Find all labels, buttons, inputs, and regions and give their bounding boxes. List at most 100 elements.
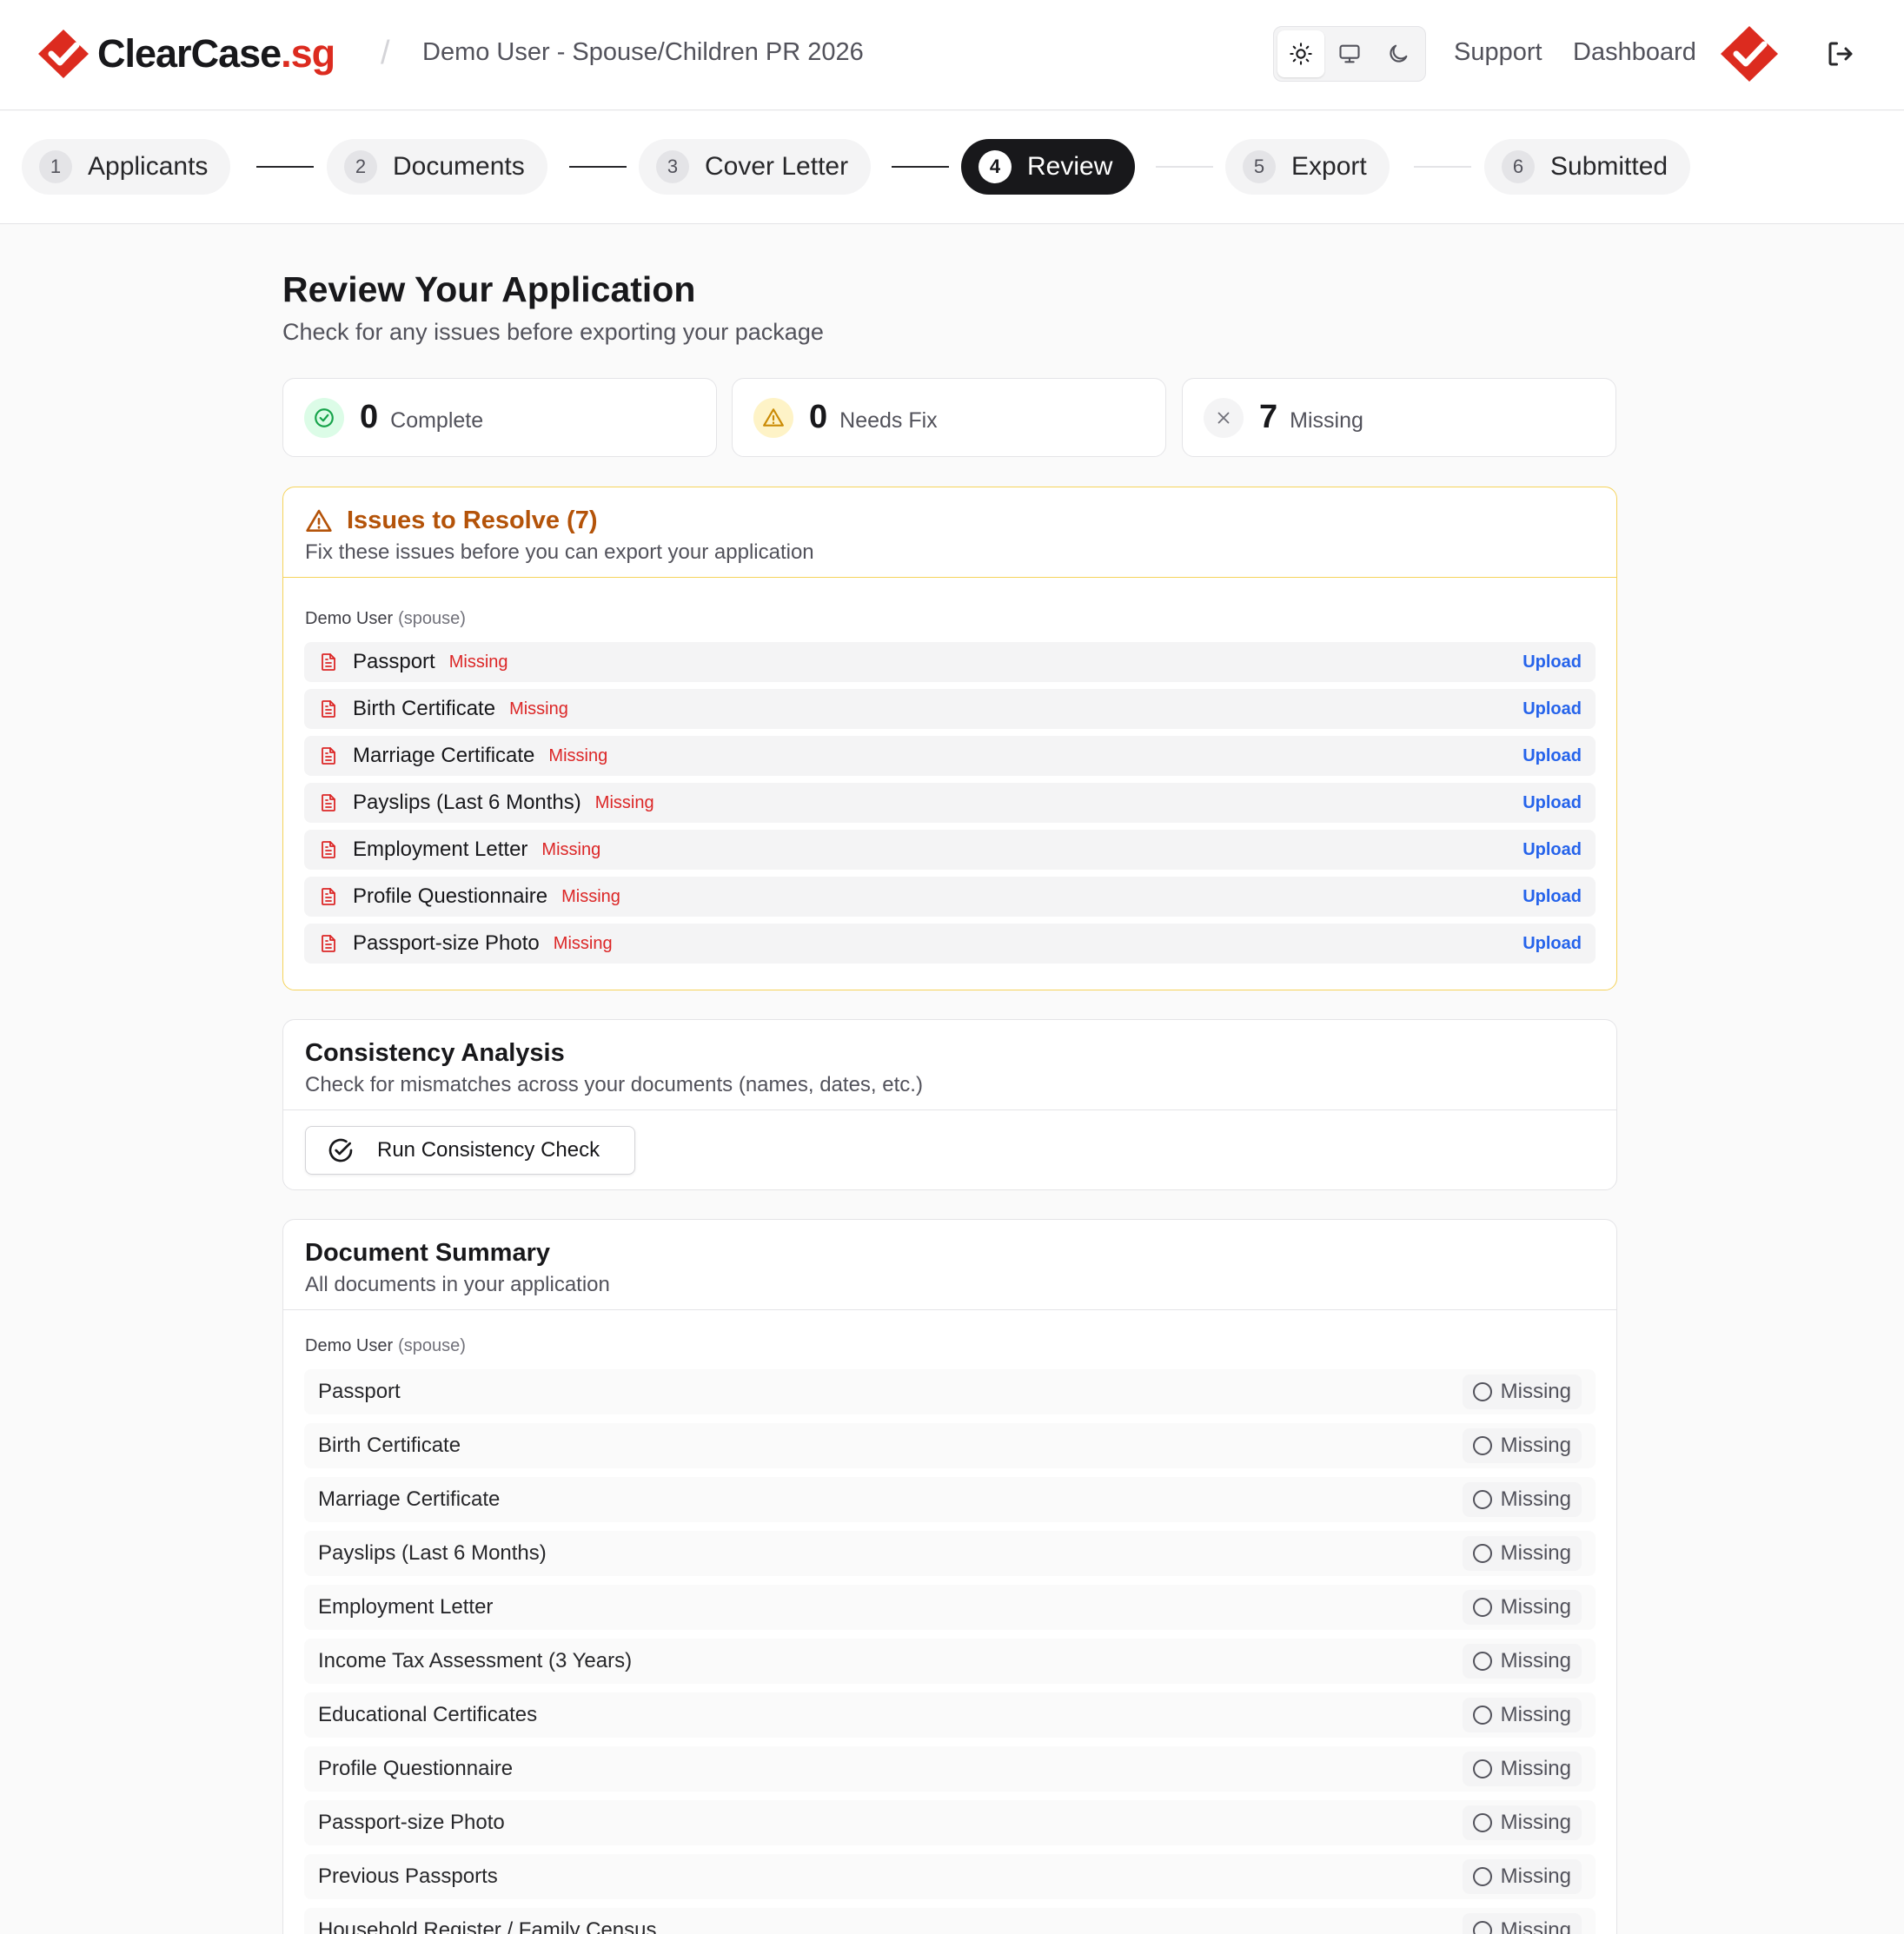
issue-document-name: Profile Questionnaire — [353, 884, 548, 908]
step-label: Export — [1291, 152, 1367, 181]
summary-document-name: Profile Questionnaire — [318, 1757, 514, 1780]
system-theme-button[interactable] — [1326, 30, 1373, 77]
step-review[interactable]: 4 Review — [961, 139, 1136, 195]
missing-status-badge: Missing — [541, 839, 601, 859]
brand-tld: .sg — [281, 31, 335, 76]
document-status-badge: Missing — [1462, 1482, 1582, 1517]
step-submitted[interactable]: 6 Submitted — [1484, 139, 1691, 195]
consistency-description: Check for mismatches across your documen… — [305, 1073, 923, 1096]
issues-title-row: Issues to Resolve (7) — [305, 507, 1595, 535]
missing-status-badge: Missing — [548, 745, 608, 765]
document-status-badge: Missing — [1462, 1644, 1582, 1679]
empty-circle-icon — [1472, 1867, 1492, 1886]
document-status-text: Missing — [1500, 1541, 1571, 1565]
empty-circle-icon — [1472, 1544, 1492, 1563]
document-summary-list: Passport Missing Birth Certificate Missing M… — [304, 1369, 1596, 1934]
applicant-name: Demo User — [305, 1336, 394, 1355]
step-connector — [892, 166, 949, 168]
document-status-text: Missing — [1500, 1864, 1571, 1888]
empty-circle-icon — [1472, 1705, 1492, 1725]
summary-document-name: Payslips (Last 6 Months) — [318, 1541, 547, 1565]
user-avatar-icon[interactable] — [1719, 24, 1780, 83]
run-consistency-check-button[interactable]: Run Consistency Check — [305, 1126, 635, 1175]
breadcrumb-application-name[interactable]: Demo User - Spouse/Children PR 2026 — [422, 38, 864, 67]
alert-triangle-icon — [306, 509, 332, 532]
light-theme-button[interactable] — [1277, 30, 1324, 77]
document-icon — [322, 794, 335, 811]
empty-circle-icon — [1472, 1382, 1492, 1401]
empty-circle-icon — [1472, 1598, 1492, 1617]
document-summary-row: Passport-size Photo Missing — [304, 1800, 1596, 1845]
step-applicants[interactable]: 1 Applicants — [22, 139, 231, 195]
complete-label: Complete — [390, 408, 484, 433]
upload-link[interactable]: Upload — [1523, 746, 1582, 766]
logo-check-icon — [38, 30, 89, 78]
missing-status-badge: Missing — [553, 933, 613, 953]
summary-document-name: Passport-size Photo — [318, 1811, 505, 1834]
document-status-badge: Missing — [1462, 1752, 1582, 1786]
empty-circle-icon — [1472, 1759, 1492, 1778]
missing-count: 7 — [1259, 399, 1278, 435]
document-summary-row: Income Tax Assessment (3 Years) Missing — [304, 1639, 1596, 1684]
document-status-text: Missing — [1500, 1595, 1571, 1619]
document-icon — [322, 700, 335, 718]
upload-link[interactable]: Upload — [1523, 840, 1582, 860]
upload-link[interactable]: Upload — [1523, 652, 1582, 672]
empty-circle-icon — [1472, 1813, 1492, 1832]
applicant-role: (spouse) — [398, 609, 466, 628]
consistency-title: Consistency Analysis — [305, 1039, 565, 1067]
document-summary-row: Marriage Certificate Missing — [304, 1477, 1596, 1522]
dashboard-link[interactable]: Dashboard — [1573, 38, 1696, 67]
top-navigation-bar: ClearCase.sg / Demo User - Spouse/Childr… — [0, 0, 1904, 110]
step-connector — [256, 166, 314, 168]
page-title: Review Your Application — [282, 269, 696, 309]
document-status-text: Missing — [1500, 1757, 1571, 1780]
page-subtitle: Check for any issues before exporting yo… — [282, 319, 824, 345]
missing-status-badge: Missing — [561, 886, 620, 906]
document-status-badge: Missing — [1462, 1590, 1582, 1625]
document-status-badge: Missing — [1462, 1428, 1582, 1463]
issue-row: Marriage Certificate Missing Upload — [304, 736, 1596, 776]
empty-circle-icon — [1472, 1921, 1492, 1934]
document-summary-row: Employment Letter Missing — [304, 1585, 1596, 1630]
step-documents[interactable]: 2 Documents — [327, 139, 547, 195]
clearcase-logo[interactable]: ClearCase.sg — [36, 28, 335, 80]
moon-icon — [1390, 44, 1408, 63]
upload-link[interactable]: Upload — [1523, 793, 1582, 813]
document-summary-row: Birth Certificate Missing — [304, 1423, 1596, 1468]
support-link[interactable]: Support — [1454, 38, 1542, 67]
summary-document-name: Previous Passports — [318, 1864, 498, 1888]
step-connector — [569, 166, 627, 168]
step-number: 5 — [1243, 150, 1276, 183]
issues-to-resolve-card: Issues to Resolve (7) Fix these issues b… — [282, 487, 1617, 990]
step-export[interactable]: 5 Export — [1225, 139, 1390, 195]
summary-title: Document Summary — [305, 1239, 551, 1267]
logout-icon[interactable] — [1825, 38, 1856, 70]
brand-name: ClearCase — [97, 31, 282, 76]
applicant-name: Demo User — [305, 609, 394, 628]
summary-document-name: Household Register / Family Census — [318, 1918, 657, 1934]
upload-link[interactable]: Upload — [1523, 699, 1582, 719]
step-number: 2 — [344, 150, 377, 183]
document-icon — [322, 653, 335, 671]
summary-document-name: Birth Certificate — [318, 1434, 461, 1457]
missing-status-badge: Missing — [594, 792, 654, 812]
document-status-text: Missing — [1500, 1487, 1571, 1511]
stat-card-complete: 0 Complete — [282, 378, 717, 457]
document-icon — [322, 747, 335, 765]
summary-card-header: Document Summary All documents in your a… — [283, 1220, 1616, 1310]
warning-icon — [753, 397, 793, 438]
document-status-badge: Missing — [1462, 1698, 1582, 1732]
document-icon — [322, 888, 335, 905]
issue-document-name: Passport-size Photo — [353, 931, 540, 955]
document-summary-row: Passport Missing — [304, 1369, 1596, 1414]
step-number: 1 — [39, 150, 72, 183]
upload-link[interactable]: Upload — [1523, 934, 1582, 954]
missing-status-badge: Missing — [509, 699, 568, 719]
upload-link[interactable]: Upload — [1523, 887, 1582, 907]
applicant-group-label: Demo User (spouse) — [305, 1336, 1616, 1357]
step-cover-letter[interactable]: 3 Cover Letter — [639, 139, 872, 195]
empty-circle-icon — [1472, 1490, 1492, 1509]
issue-row: Passport-size Photo Missing Upload — [304, 924, 1596, 964]
dark-theme-button[interactable] — [1375, 30, 1422, 77]
